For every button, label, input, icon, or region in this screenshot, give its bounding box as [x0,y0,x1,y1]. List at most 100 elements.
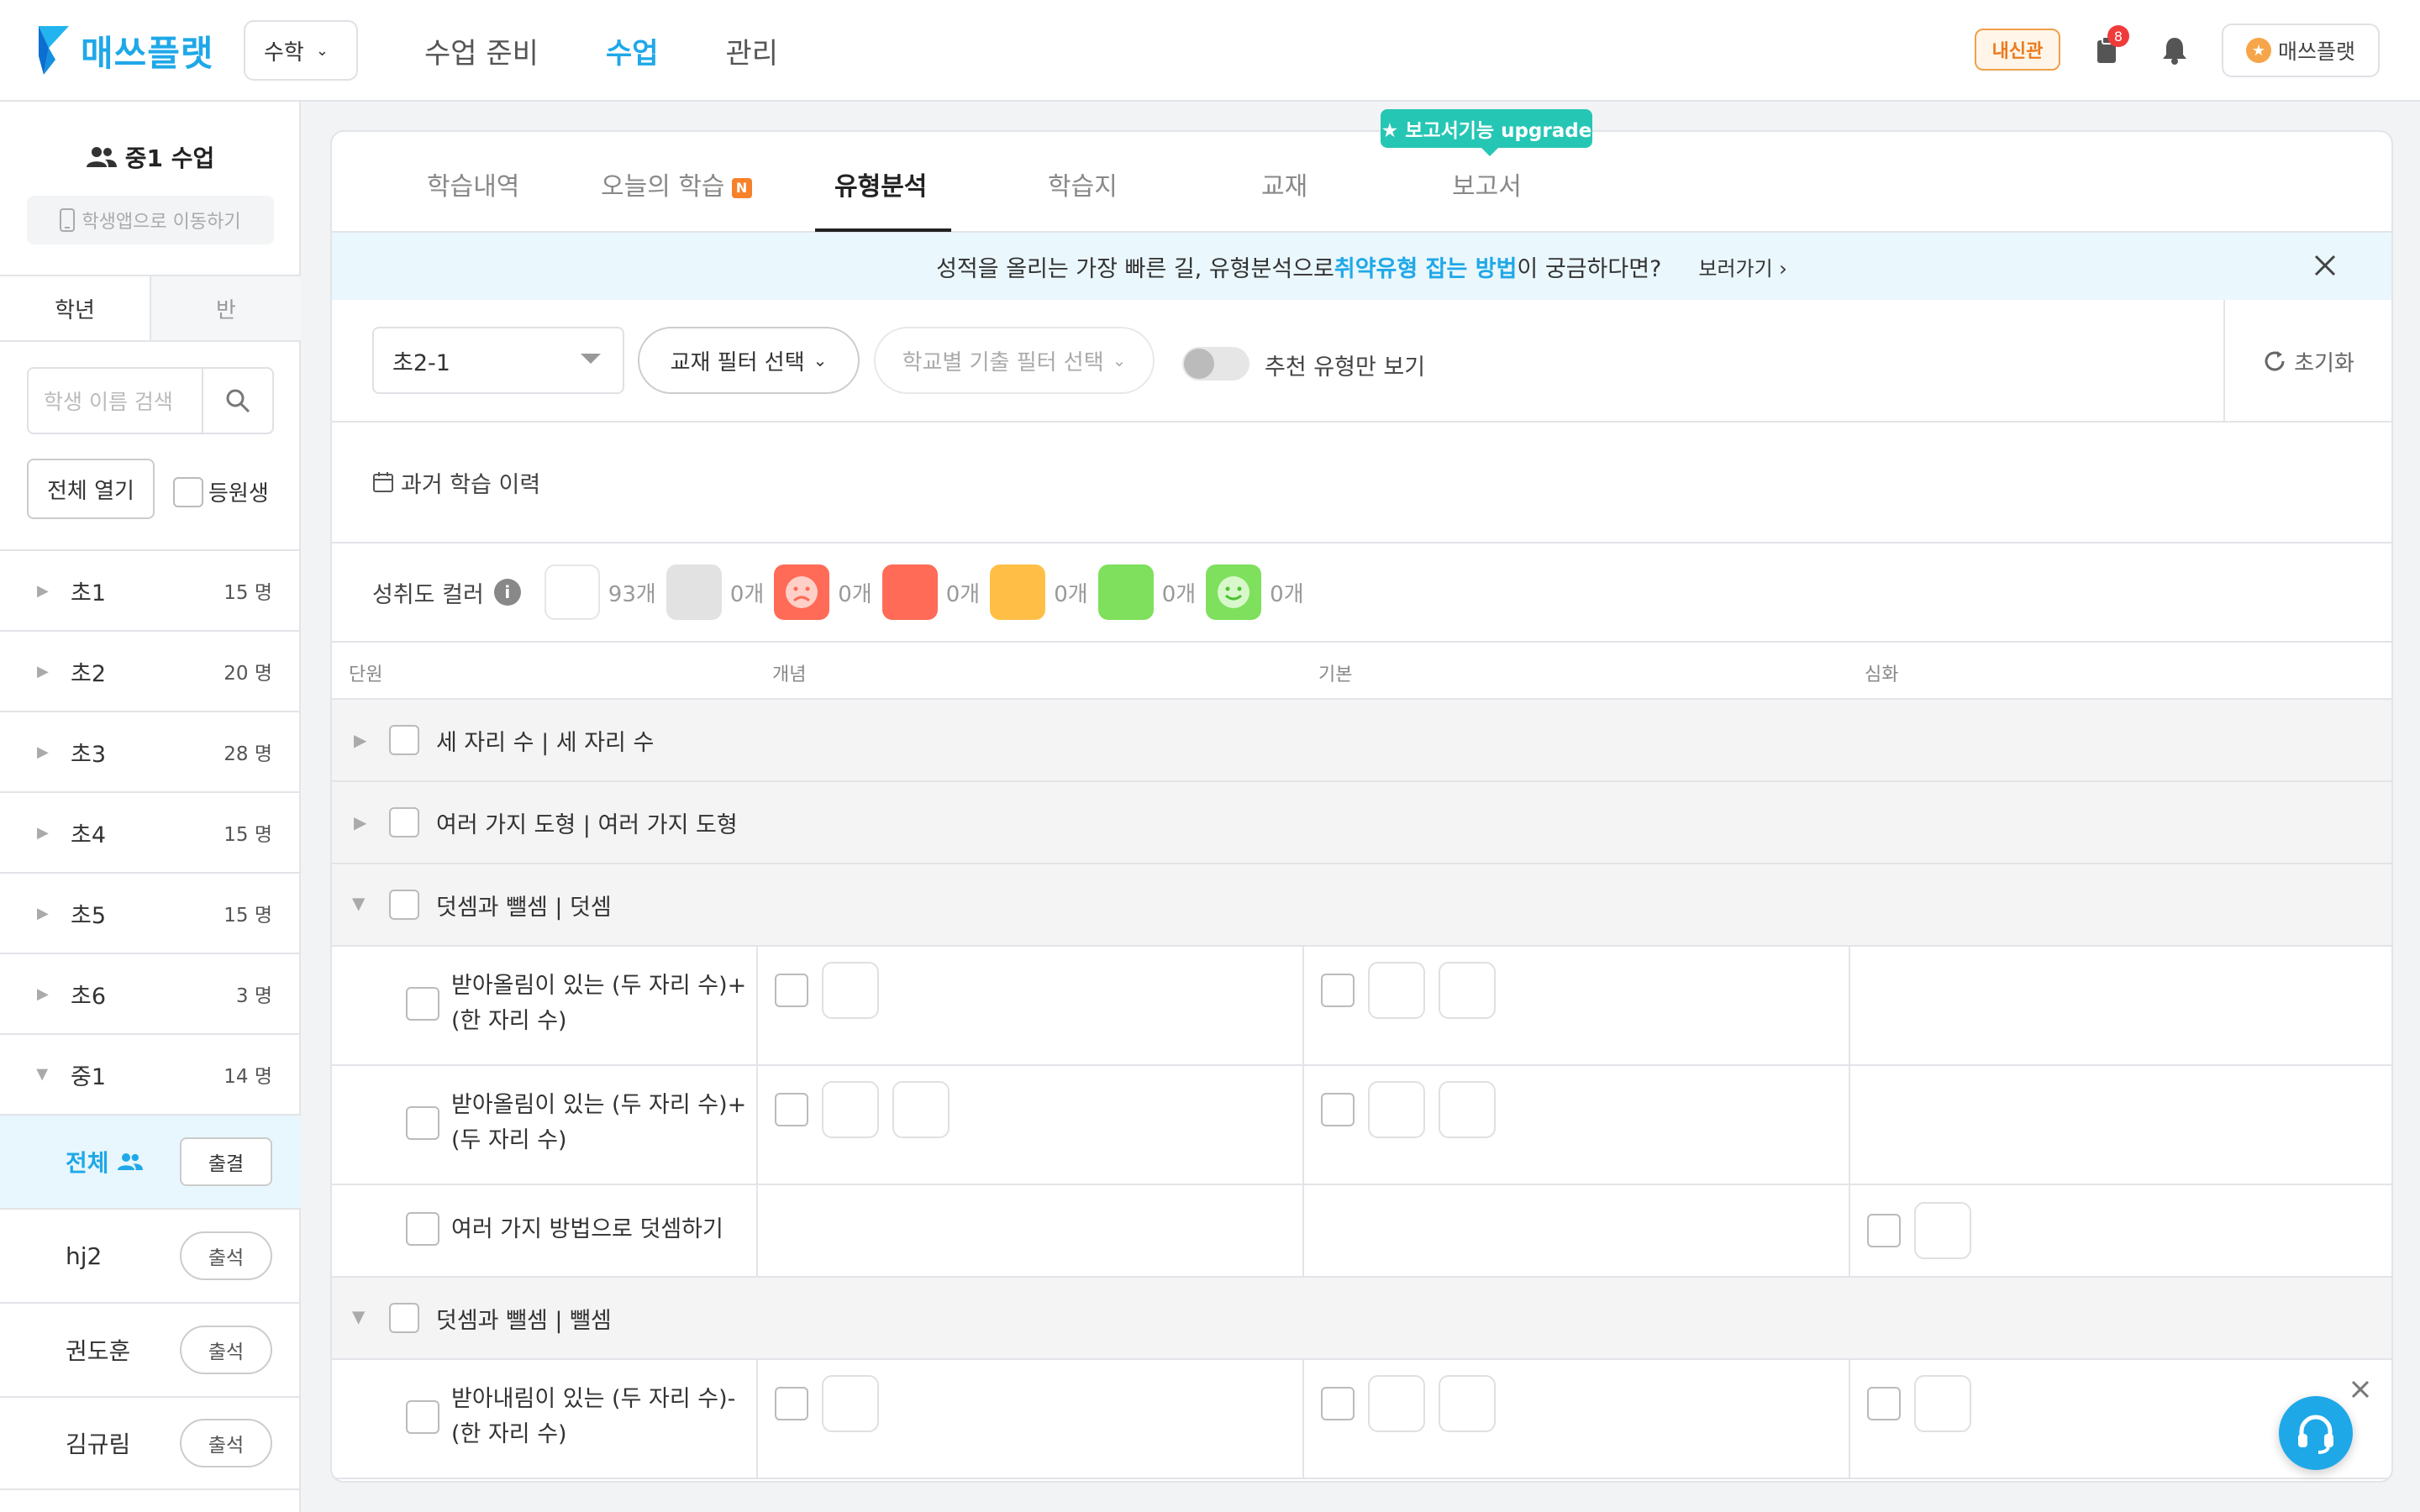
tab-report[interactable]: 보고서 [1452,165,1522,202]
advanced-checkbox[interactable] [1867,1387,1901,1420]
bell-icon[interactable] [2158,34,2191,67]
advanced-checkbox[interactable] [1867,1214,1901,1247]
grade-item[interactable]: ▶ 초2 20 명 [0,630,301,711]
school-exam-filter[interactable]: 학교별 기출 필터 선택 ⌄ [874,327,1155,394]
enrolled-checkbox[interactable] [173,476,203,507]
info-icon[interactable]: i [493,579,521,606]
type-box[interactable] [822,1081,879,1138]
legend-swatch-red[interactable] [881,564,938,620]
grade-item[interactable]: ▶ 초3 28 명 [0,711,301,791]
legend-swatch-happy[interactable] [1206,564,1262,620]
caret-right-icon[interactable]: ▶ [354,730,366,750]
seg-class[interactable]: 반 [151,276,301,340]
attend-button[interactable]: 출석 [180,1326,272,1374]
student-row[interactable]: 권도훈 출석 [0,1302,301,1396]
basic-checkbox[interactable] [1321,974,1355,1007]
unit-checkbox[interactable] [389,725,419,755]
legend-swatch-white[interactable] [544,564,600,620]
type-box[interactable] [1368,1375,1425,1432]
grade-item[interactable]: ▶ 초5 15 명 [0,872,301,953]
seg-grade[interactable]: 학년 [0,276,151,340]
type-box[interactable] [1368,962,1425,1019]
attend-button[interactable]: 출석 [180,1419,272,1467]
legend-swatch-yellow[interactable] [990,564,1046,620]
brand-logo[interactable]: 매쓰플랫 [37,22,214,79]
grade-item[interactable]: ▶ 초1 15 명 [0,549,301,630]
caret-right-icon[interactable]: ▶ [354,812,366,832]
topic-checkbox[interactable] [406,1106,439,1140]
tab-type-analysis[interactable]: 유형분석 [834,165,927,202]
search-button[interactable] [203,369,272,433]
close-icon[interactable] [2349,1378,2372,1404]
topic-checkbox[interactable] [406,987,439,1021]
star-icon: ★ [2245,38,2271,63]
unit-checkbox[interactable] [389,807,419,837]
type-box[interactable] [1914,1375,1971,1432]
topic-checkbox[interactable] [406,1400,439,1434]
grade-item[interactable]: ▶ 초4 15 명 [0,791,301,872]
concept-checkbox[interactable] [775,1387,808,1420]
open-all-button[interactable]: 전체 열기 [27,459,155,519]
legend-swatch-gray[interactable] [666,564,722,620]
report-upgrade-tooltip[interactable]: ★ 보고서기능 upgrade [1381,109,1592,156]
unit-checkbox[interactable] [389,890,419,920]
chevron-down-icon: ⌄ [315,41,329,60]
unit-row-expanded[interactable]: ▶ 덧셈과 뺄셈 | 덧셈 [332,864,2391,947]
caret-right-icon: ▶ [37,662,49,680]
unit-row-expanded[interactable]: ▶ 덧셈과 뺄셈 | 뺄셈 [332,1278,2391,1360]
profile-button[interactable]: ★ 매쓰플랫 [2222,24,2380,77]
banner-more-link[interactable]: 보러가기 › [1698,252,1787,281]
attendance-all-button[interactable]: 출결 [180,1137,272,1186]
type-box[interactable] [1439,1081,1496,1138]
tab-history[interactable]: 학습내역 [427,165,519,202]
type-box[interactable] [1439,1375,1496,1432]
nav-class[interactable]: 수업 [606,30,659,71]
attend-button[interactable]: 출석 [180,1231,272,1280]
recommend-toggle[interactable] [1182,347,1249,381]
topic-checkbox[interactable] [406,1212,439,1246]
support-chat-button[interactable] [2279,1396,2353,1470]
close-icon[interactable] [2311,251,2339,286]
subject-select[interactable]: 수학 ⌄ [244,20,358,81]
concept-checkbox[interactable] [775,974,808,1007]
tab-today[interactable]: 오늘의 학습 N [601,165,752,202]
caret-down-icon[interactable]: ▶ [350,898,371,911]
type-box[interactable] [892,1081,950,1138]
search-input[interactable]: 학생 이름 검색 [29,369,203,433]
concept-cell [758,1360,1304,1478]
grade-item[interactable]: ▶ 초6 3 명 [0,953,301,1033]
grade-term-select[interactable]: 초2-1 [372,327,624,394]
users-icon [117,1153,143,1170]
type-box[interactable] [1914,1202,1971,1259]
legend-swatch-sad[interactable] [774,564,830,620]
tab-textbook[interactable]: 교재 [1261,165,1307,202]
unit-row[interactable]: ▶ 여러 가지 도형 | 여러 가지 도형 [332,782,2391,864]
type-box[interactable] [822,962,879,1019]
type-box[interactable] [1439,962,1496,1019]
past-history-row[interactable]: 과거 학습 이력 [332,423,2391,543]
type-box[interactable] [822,1375,879,1432]
unit-checkbox[interactable] [389,1303,419,1333]
legend-count: 0개 [838,581,872,607]
unit-row[interactable]: ▶ 세 자리 수 | 세 자리 수 [332,700,2391,782]
type-box[interactable] [1368,1081,1425,1138]
tab-worksheet[interactable]: 학습지 [1048,165,1118,202]
caret-down-icon[interactable]: ▶ [350,1311,371,1324]
naesin-badge[interactable]: 내신관 [1975,29,2060,71]
history-label: 과거 학습 이력 [401,471,541,498]
textbook-filter[interactable]: 교재 필터 선택 ⌄ [638,327,860,394]
legend-swatch-green[interactable] [1097,564,1154,620]
basic-checkbox[interactable] [1321,1387,1355,1420]
student-row[interactable]: 김규림 출석 [0,1396,301,1490]
reset-button[interactable]: 초기화 [2223,300,2391,423]
student-row[interactable]: hj2 출석 [0,1208,301,1302]
legend-count: 0개 [1161,581,1197,607]
concept-checkbox[interactable] [775,1093,808,1126]
student-app-button[interactable]: 학생앱으로 이동하기 [27,196,274,244]
nav-class-prep[interactable]: 수업 준비 [424,30,539,71]
enrolled-filter[interactable]: 등원생 [173,476,269,507]
all-students-row[interactable]: 전체 출결 [0,1114,301,1208]
nav-manage[interactable]: 관리 [726,30,779,71]
grade-item-expanded[interactable]: ▶ 중1 14 명 [0,1033,301,1114]
basic-checkbox[interactable] [1321,1093,1355,1126]
